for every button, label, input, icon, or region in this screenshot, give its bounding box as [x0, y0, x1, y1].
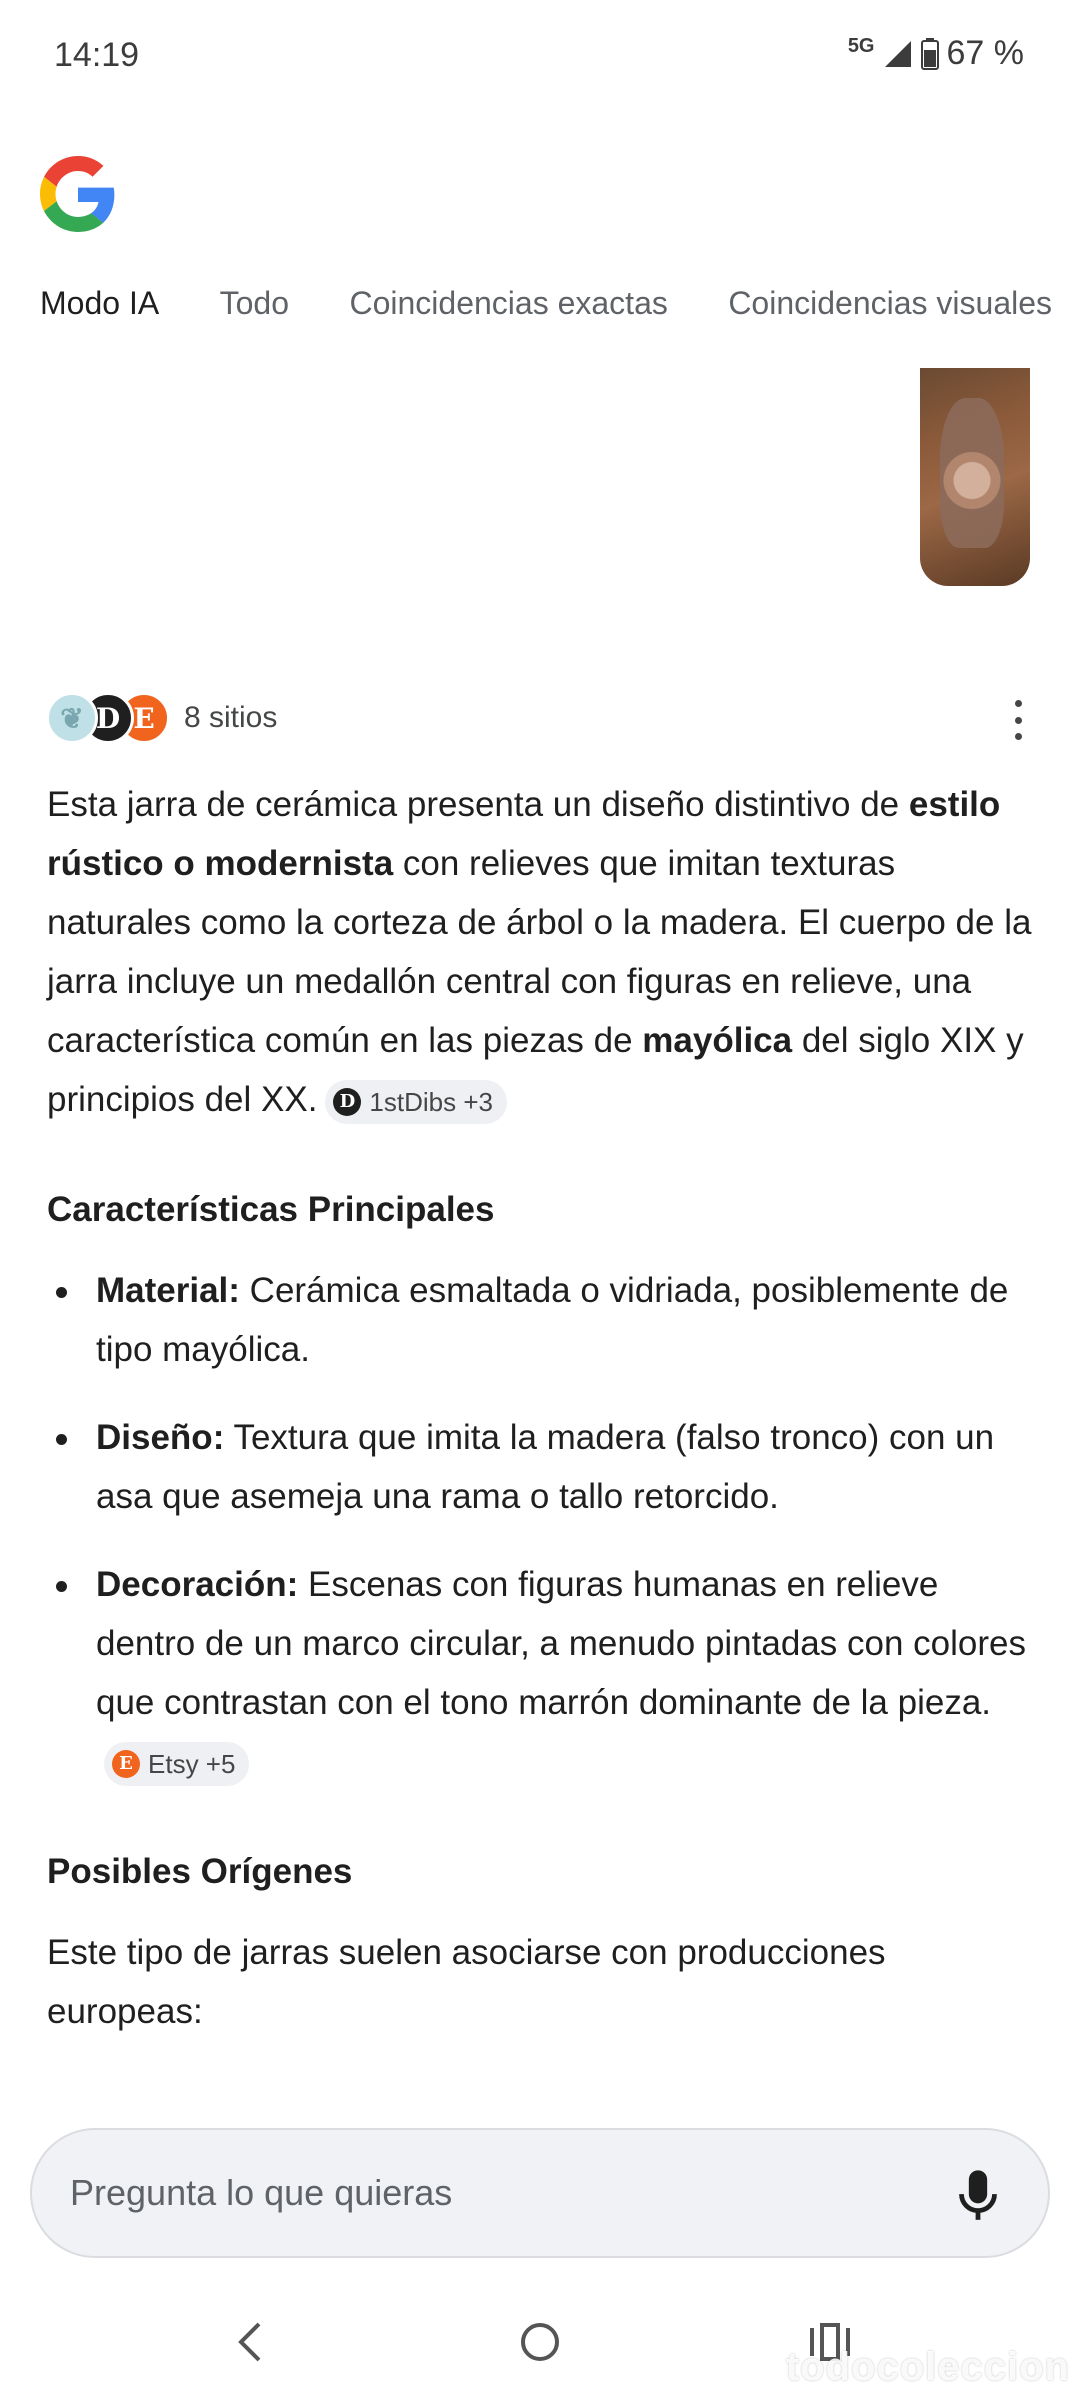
- google-logo[interactable]: [40, 156, 116, 232]
- item-text: Textura que imita la madera (falso tronc…: [96, 1418, 995, 1516]
- tab-todo[interactable]: Todo: [220, 285, 289, 322]
- home-button[interactable]: [510, 2312, 570, 2372]
- more-options-icon[interactable]: [1008, 700, 1028, 740]
- list-item: Diseño: Textura que imita la madera (fal…: [47, 1408, 1032, 1526]
- chevron-left-icon: [238, 2322, 261, 2362]
- search-tabs: Modo IA Todo Coincidencias exactas Coinc…: [40, 285, 1080, 335]
- citation-label: Etsy +5: [148, 1748, 236, 1779]
- status-bar: 14:19 5G 67 %: [0, 0, 1080, 110]
- scroll-fade: [0, 2050, 1080, 2100]
- battery-level: 67 %: [946, 34, 1025, 72]
- 1stdibs-icon: D: [333, 1087, 362, 1116]
- jar-image: [940, 398, 1004, 548]
- item-label: Diseño:: [96, 1418, 225, 1457]
- sources-row[interactable]: ❦ D E 8 sitios: [46, 690, 277, 746]
- microphone-icon[interactable]: [956, 2168, 1000, 2224]
- answer-text: Esta jarra de cerámica presenta un diseñ…: [47, 785, 909, 824]
- ask-input[interactable]: [70, 2172, 920, 2214]
- tab-coincidencias-exactas[interactable]: Coincidencias exactas: [349, 285, 667, 322]
- status-icons: 5G 67 %: [848, 34, 1024, 73]
- battery-icon: [920, 37, 939, 70]
- section-heading-features: Características Principales: [47, 1190, 495, 1229]
- section-heading-origins: Posibles Orígenes: [47, 1852, 353, 1891]
- status-time: 14:19: [54, 36, 140, 74]
- back-button[interactable]: [220, 2312, 280, 2372]
- query-image-thumbnail[interactable]: [920, 368, 1030, 586]
- ai-answer: Esta jarra de cerámica presenta un diseñ…: [47, 775, 1032, 2041]
- tab-coincidencias-visuales[interactable]: Coincidencias visuales: [728, 285, 1052, 322]
- leaf-site-icon: ❦: [46, 692, 98, 744]
- answer-paragraph: Esta jarra de cerámica presenta un diseñ…: [47, 775, 1032, 1129]
- signal-icon: [884, 40, 911, 67]
- item-label: Decoración:: [96, 1565, 299, 1604]
- answer-bold: mayólica: [642, 1021, 793, 1060]
- home-circle-icon: [521, 2323, 559, 2361]
- watermark: todocoleccion: [785, 2345, 1070, 2389]
- citation-chip-etsy[interactable]: E Etsy +5: [104, 1741, 250, 1786]
- citation-label: 1stDibs +3: [369, 1086, 493, 1117]
- citation-chip-1stdibs[interactable]: D 1stDibs +3: [325, 1079, 507, 1124]
- list-item: Decoración: Escenas con figuras humanas …: [47, 1555, 1032, 1791]
- network-type: 5G: [847, 35, 875, 57]
- tab-modo-ia[interactable]: Modo IA: [40, 285, 159, 322]
- item-label: Material:: [96, 1271, 240, 1310]
- list-item: Material: Cerámica esmaltada o vidriada,…: [47, 1261, 1032, 1379]
- etsy-icon: E: [112, 1749, 140, 1778]
- origins-paragraph: Este tipo de jarras suelen asociarse con…: [47, 1933, 886, 2031]
- ask-bar: [30, 2128, 1050, 2258]
- sources-count: 8 sitios: [184, 701, 278, 734]
- features-list: Material: Cerámica esmaltada o vidriada,…: [47, 1261, 1032, 1791]
